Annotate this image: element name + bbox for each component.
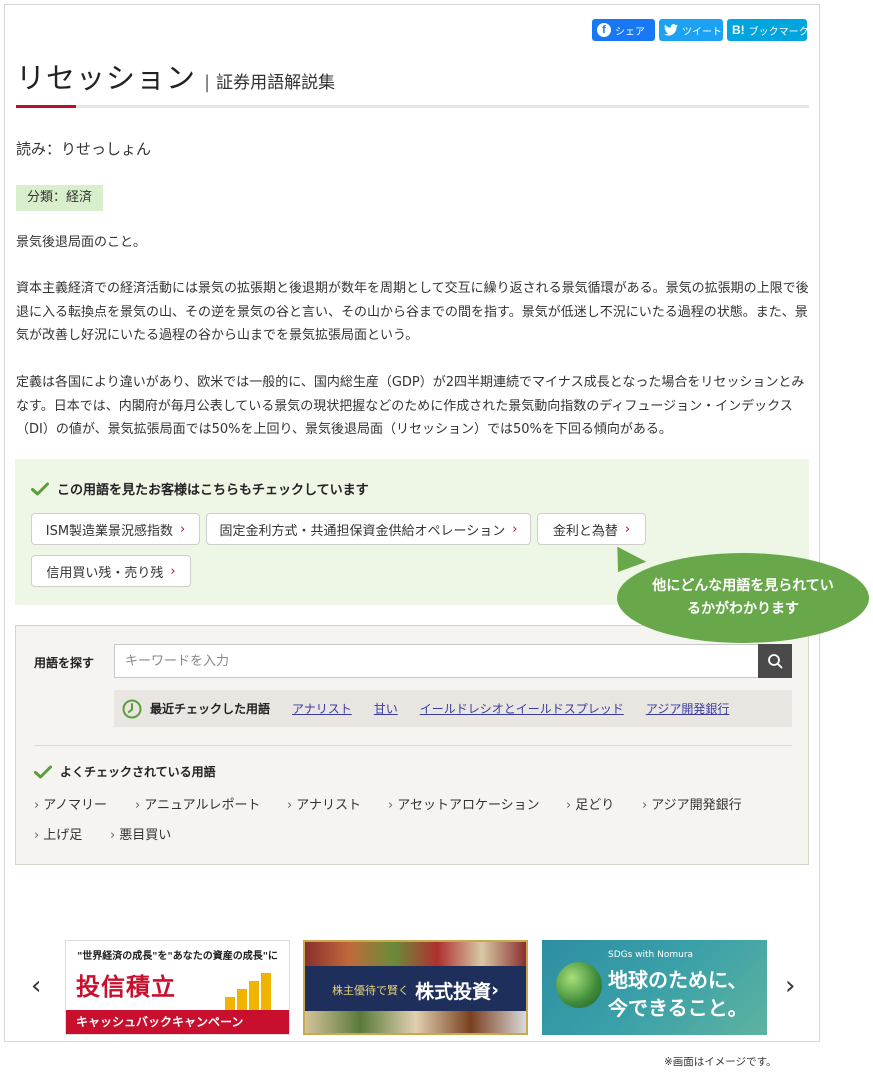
related-term-tag[interactable]: 信用買い残・売り残 ›: [31, 555, 191, 587]
twitter-share-label: ツイート: [682, 26, 722, 38]
related-term-label: ISM製造業景況感指数: [45, 523, 174, 539]
popular-term-link[interactable]: › アニュアルレポート: [135, 794, 261, 813]
banner-1-title: 投信積立: [76, 973, 176, 1001]
chevron-right-icon: ›: [180, 521, 186, 537]
banner-1-tagline: "世界経済の成長"を"あなたの資産の成長"に: [77, 951, 278, 962]
hatena-bookmark-label: ブックマーク: [748, 26, 809, 38]
chevron-right-icon: ›: [512, 521, 518, 537]
facebook-share-label: シェア: [615, 26, 645, 38]
search-button[interactable]: [758, 644, 792, 678]
popular-term-label: アセットアロケーション: [397, 798, 540, 813]
definition-paragraph-2: 資本主義経済での経済活動には景気の拡張期と後退期が数年を周期として交互に繰り返さ…: [16, 281, 809, 343]
popular-term-link[interactable]: › 悪目買い: [110, 824, 171, 843]
popular-term-link[interactable]: › アノマリー: [34, 794, 107, 813]
chevron-right-icon: ›: [135, 798, 141, 813]
search-divider: [34, 745, 792, 746]
recent-term-link[interactable]: 甘い: [374, 700, 398, 717]
definition-paragraph-1: 景気後退局面のこと。: [16, 235, 147, 250]
related-term-label: 信用買い残・売り残: [46, 565, 164, 581]
related-terms-heading: この用語を見たお客様はこちらもチェックしています: [31, 479, 369, 498]
definition-paragraph-3: 定義は各国により違いがあり、欧米では一般的に、国内総生産（GDP）が2四半期連続…: [16, 375, 805, 437]
hatena-bookmark-icon: B!: [732, 23, 745, 37]
related-terms-heading-text: この用語を見たお客様はこちらもチェックしています: [57, 483, 369, 498]
banner-shareholder-benefits[interactable]: 株主優待で賢く 株式投資 ›: [303, 940, 528, 1035]
clock-icon: [122, 699, 142, 718]
banner-2-text: 株主優待で賢く 株式投資 ›: [305, 972, 526, 1008]
popular-terms-heading: よくチェックされている用語: [34, 763, 216, 780]
page-title-main: リセッション: [16, 61, 197, 95]
banner-sdgs[interactable]: SDGs with Nomura 地球のために、 今できること。: [542, 940, 767, 1035]
related-term-tag[interactable]: ISM製造業景況感指数 ›: [31, 513, 200, 545]
chevron-right-icon: ›: [34, 798, 40, 813]
banner-3-title: 地球のために、 今できること。: [608, 966, 748, 1022]
check-icon: [31, 482, 49, 495]
search-label: 用語を探す: [34, 656, 95, 670]
popular-term-link[interactable]: › アナリスト: [287, 794, 361, 813]
banner-2-subtitle: 株主優待で賢く: [332, 984, 410, 997]
twitter-icon: [664, 24, 678, 36]
banner-3-line-1: 地球のために、: [608, 968, 748, 992]
page-frame: f シェア ツイート B! ブックマーク リセッション | 証券用語解説集 読み…: [4, 4, 820, 1042]
banner-3-tag: SDGs with Nomura: [608, 950, 694, 960]
check-icon: [34, 765, 52, 778]
popular-term-label: アナリスト: [296, 798, 361, 813]
popular-term-label: 足どり: [575, 798, 615, 813]
banner-1-campaign: キャッシュバックキャンペーン: [66, 1010, 289, 1034]
chevron-right-icon: ›: [287, 798, 293, 813]
globe-icon: [556, 962, 602, 1008]
recent-terms-label: 最近チェックした用語: [150, 702, 271, 716]
facebook-share-button[interactable]: f シェア: [592, 19, 655, 41]
chevron-right-icon: ›: [624, 521, 631, 537]
popular-term-label: 上げ足: [43, 828, 83, 843]
popular-term-link[interactable]: › アセットアロケーション: [388, 794, 540, 813]
facebook-icon: f: [597, 23, 611, 37]
chevron-right-icon: ›: [170, 563, 176, 579]
banner-2-photo-strip: [305, 942, 526, 966]
search-input[interactable]: [114, 644, 758, 678]
popular-term-link[interactable]: › 上げ足: [34, 824, 82, 843]
share-buttons: f シェア ツイート B! ブックマーク: [592, 19, 809, 41]
recent-term-link[interactable]: アジア開発銀行: [646, 700, 730, 717]
popular-term-link[interactable]: › アジア開発銀行: [642, 794, 742, 813]
title-divider: [16, 105, 809, 108]
page-title-sub: 証券用語解説集: [216, 73, 336, 93]
recent-term-link[interactable]: アナリスト: [292, 700, 352, 717]
growth-bars-icon: [225, 973, 271, 1013]
chevron-right-icon: ›: [566, 798, 572, 813]
term-reading: 読み：りせっしょん: [16, 140, 152, 158]
chevron-right-icon: ›: [642, 798, 648, 813]
chevron-right-icon: ›: [110, 828, 116, 843]
carousel-prev-button[interactable]: ‹: [31, 971, 41, 1001]
banner-investment-trust[interactable]: "世界経済の成長"を"あなたの資産の成長"に 投信積立 キャッシュバックキャンペ…: [65, 940, 290, 1035]
image-footnote: ※画面はイメージです。: [664, 1056, 777, 1068]
popular-term-label: アニュアルレポート: [144, 798, 261, 813]
banner-3-line-2: 今できること。: [608, 996, 748, 1020]
related-term-label: 金利と為替: [552, 523, 618, 539]
page-title: リセッション | 証券用語解説集: [16, 55, 335, 97]
recent-term-link[interactable]: イールドレシオとイールドスプレッド: [420, 700, 624, 717]
hatena-bookmark-button[interactable]: B! ブックマーク: [727, 19, 809, 41]
title-divider-accent: [16, 105, 76, 108]
popular-term-label: アジア開発銀行: [651, 798, 742, 813]
recent-terms-bar: 最近チェックした用語 アナリスト 甘い イールドレシオとイールドスプレッド アジ…: [114, 690, 792, 727]
callout-bubble: 他にどんな用語を見られているかがわかります: [617, 553, 869, 643]
popular-term-label: 悪目買い: [119, 828, 172, 843]
banner-2-photo-strip-bottom: [305, 1011, 526, 1033]
category-badge: 分類：経済: [16, 185, 104, 211]
chevron-right-icon: ›: [491, 979, 499, 1001]
popular-term-label: アノマリー: [43, 798, 108, 813]
twitter-share-button[interactable]: ツイート: [659, 19, 723, 41]
related-term-tag[interactable]: 固定金利方式・共通担保資金供給オペレーション ›: [206, 513, 531, 545]
term-search-panel: 用語を探す 最近チェックした用語 アナリスト 甘い イールドレシオとイールドスプ…: [15, 625, 809, 865]
related-term-label: 固定金利方式・共通担保資金供給オペレーション: [219, 523, 506, 539]
related-term-tag[interactable]: 金利と為替 ›: [537, 513, 646, 545]
chevron-right-icon: ›: [388, 798, 394, 813]
search-icon: [768, 654, 783, 669]
banner-2-title: 株式投資: [415, 980, 492, 1003]
popular-terms-heading-text: よくチェックされている用語: [60, 765, 216, 779]
title-separator: |: [204, 72, 211, 93]
carousel-next-button[interactable]: ›: [785, 971, 795, 1001]
chevron-right-icon: ›: [34, 828, 40, 843]
popular-term-link[interactable]: › 足どり: [566, 794, 614, 813]
